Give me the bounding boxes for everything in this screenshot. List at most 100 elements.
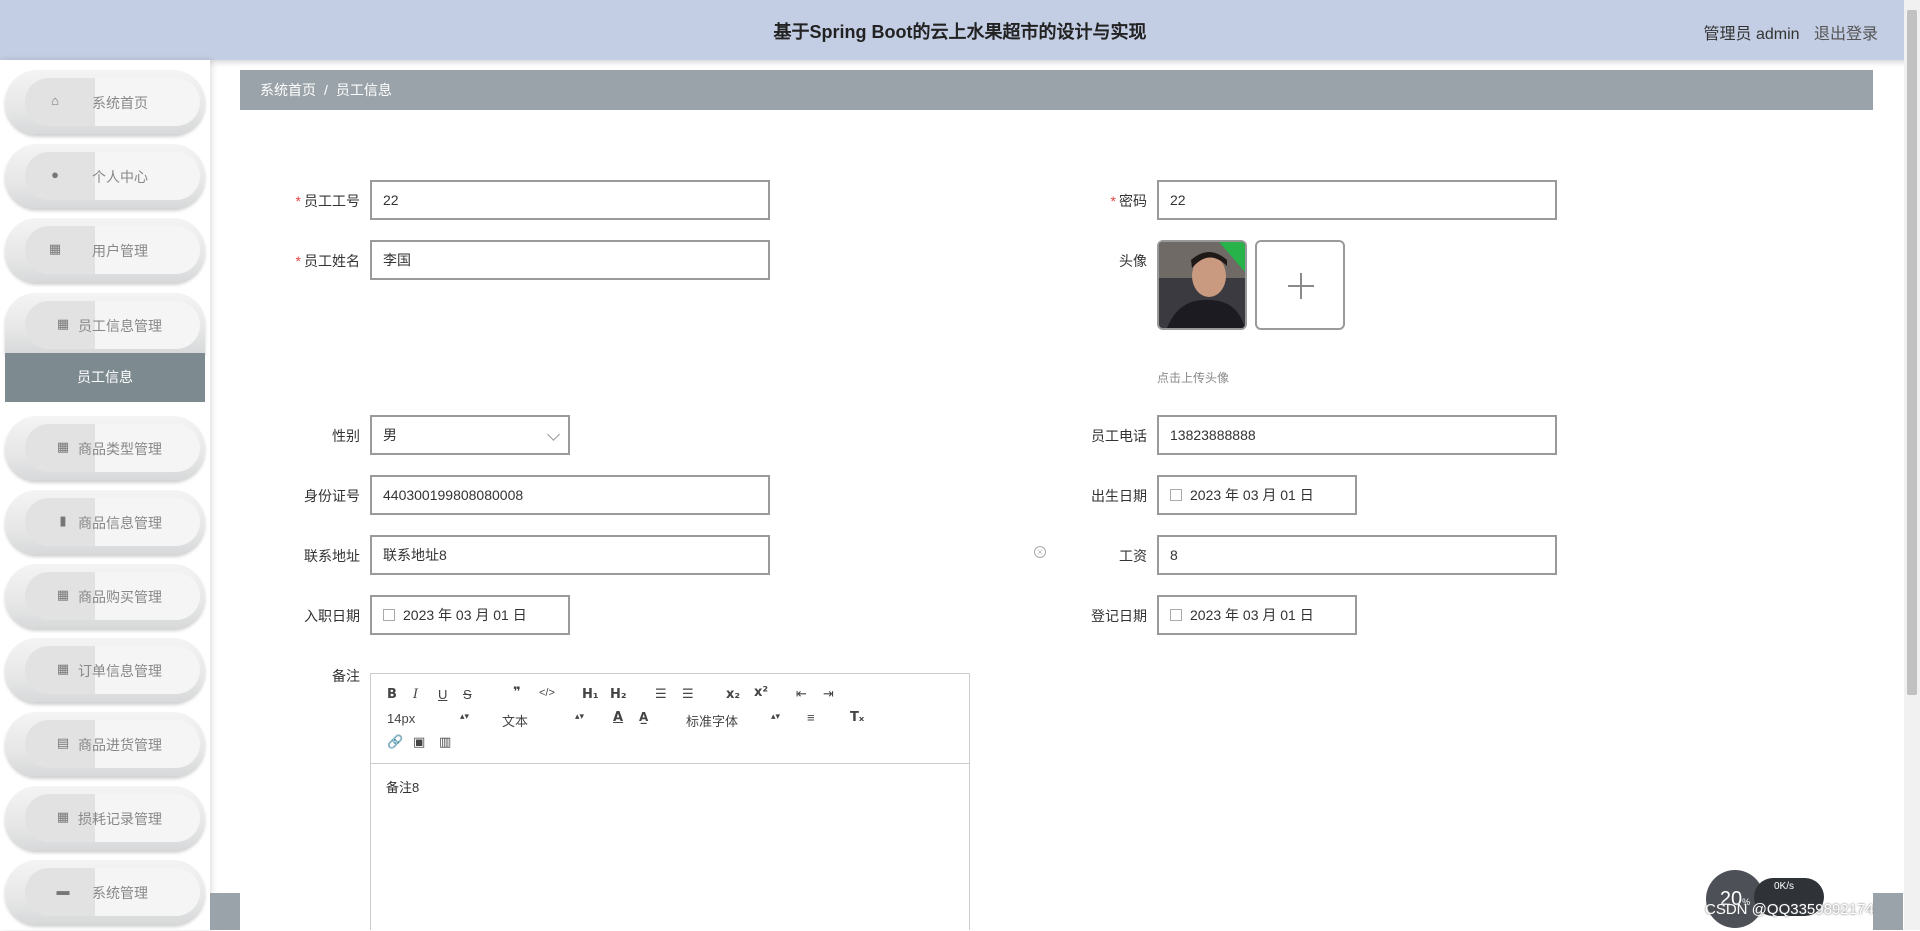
footer-strip-right [1873, 893, 1903, 930]
avatar-label: 头像 [1119, 253, 1147, 269]
underline-icon[interactable]: U [438, 687, 447, 702]
font-color-icon[interactable]: A [613, 710, 623, 725]
page-scrollbar[interactable] [1904, 0, 1920, 930]
sidebar-item-orders[interactable]: ▦ 订单信息管理 [5, 638, 205, 702]
sidebar-item-label: 系统管理 [92, 885, 148, 901]
background-color-icon[interactable]: A̲ [639, 710, 648, 724]
sidebar-item-label: 个人中心 [92, 169, 148, 185]
register-date-label: 登记日期 [1091, 608, 1147, 624]
phone-label: 员工电话 [1091, 428, 1147, 444]
employee-no-input[interactable]: 22 [370, 180, 770, 220]
font-size-select[interactable]: 14px ▴▾ [387, 711, 469, 726]
network-speed-widget: 20% 0K/s [1706, 870, 1826, 928]
gender-select[interactable]: 男 [370, 415, 570, 455]
heading1-icon[interactable]: H₁ [582, 687, 599, 702]
calendar-icon [1170, 609, 1182, 621]
text-style-select[interactable]: 文本 ▴▾ [502, 711, 584, 730]
subscript-icon[interactable]: x₂ [726, 687, 740, 702]
entry-date-picker[interactable]: 2023 年 03 月 01 日 [370, 595, 570, 635]
phone-input[interactable]: 13823888888 [1157, 415, 1557, 455]
salary-input[interactable]: 8 [1157, 535, 1557, 575]
gender-label: 性别 [332, 428, 360, 444]
bullet-list-icon[interactable]: ☰ [682, 686, 694, 702]
password-input[interactable]: 22 [1157, 180, 1557, 220]
strikethrough-icon[interactable]: S [463, 687, 472, 702]
employee-no-label: * 员工工号 [295, 193, 360, 209]
address-input[interactable]: 联系地址8 [370, 535, 770, 575]
breadcrumb-home[interactable]: 系统首页 [260, 82, 316, 98]
sidebar: ⌂ 系统首页 ● 个人中心 ▦ 用户管理 ▦ 员工信息管理 员工信息 ▦ 商品类… [0, 60, 210, 930]
calendar-icon [1170, 489, 1182, 501]
indent-icon[interactable]: ⇥ [823, 686, 834, 702]
chevron-down-icon [547, 428, 560, 441]
scrollbar-thumb[interactable] [1907, 10, 1917, 695]
breadcrumb: 系统首页 / 员工信息 [240, 70, 1873, 110]
code-icon[interactable]: </> [539, 687, 555, 699]
sidebar-item-home[interactable]: ⌂ 系统首页 [5, 70, 205, 134]
address-label: 联系地址 [304, 548, 360, 564]
sidebar-item-label: 商品进货管理 [78, 737, 162, 753]
font-family-select[interactable]: 标准字体 ▴▾ [686, 711, 780, 730]
sidebar-item-label: 员工信息管理 [78, 318, 162, 334]
employee-name-label: * 员工姓名 [295, 253, 360, 269]
upload-hint: 点击上传头像 [1157, 371, 1230, 385]
sidebar-item-label: 订单信息管理 [78, 663, 162, 679]
ordered-list-icon[interactable]: ☰ [655, 686, 667, 702]
video-icon[interactable]: ▥ [439, 734, 451, 750]
sidebar-item-employee[interactable]: ▦ 员工信息管理 [5, 293, 205, 353]
superscript-icon[interactable]: x² [754, 685, 768, 700]
sidebar-item-label: 用户管理 [92, 243, 148, 259]
entry-date-label: 入职日期 [304, 608, 360, 624]
employee-name-input[interactable]: 李国 [370, 240, 770, 280]
birth-date-value: 2023 年 03 月 01 日 [1190, 487, 1314, 503]
avatar-image[interactable] [1157, 240, 1247, 330]
user-area: 管理员 admin 退出登录 [1704, 20, 1879, 44]
sidebar-item-product-type[interactable]: ▦ 商品类型管理 [5, 416, 205, 480]
register-date-picker[interactable]: 2023 年 03 月 01 日 [1157, 595, 1357, 635]
birth-date-picker[interactable]: 2023 年 03 月 01 日 [1157, 475, 1357, 515]
heading2-icon[interactable]: H₂ [610, 687, 627, 702]
sidebar-item-profile[interactable]: ● 个人中心 [5, 144, 205, 208]
sidebar-item-purchase[interactable]: ▦ 商品购买管理 [5, 564, 205, 628]
sidebar-item-users[interactable]: ▦ 用户管理 [5, 218, 205, 282]
clear-format-icon[interactable]: Tₓ [850, 710, 864, 725]
sidebar-item-product-info[interactable]: ▮ 商品信息管理 [5, 490, 205, 554]
sidebar-item-label: 商品购买管理 [78, 589, 162, 605]
avatar-photo [1159, 242, 1245, 328]
calendar-icon [383, 609, 395, 621]
editor-toolbar: B I U S ❞ </> H₁ H₂ ☰ ☰ x₂ x² ⇤ ⇥ 14px ▴▾… [371, 674, 969, 764]
bold-icon[interactable]: B [387, 687, 397, 702]
footer-strip-left [210, 893, 240, 930]
breadcrumb-current: 员工信息 [335, 82, 392, 98]
sidebar-item-label: 系统首页 [92, 95, 148, 111]
entry-date-value: 2023 年 03 月 01 日 [403, 607, 527, 623]
sidebar-item-loss[interactable]: ▦ 损耗记录管理 [5, 786, 205, 850]
sidebar-item-system[interactable]: ▬ 系统管理 [5, 860, 205, 924]
id-card-input[interactable]: 440300199808080008 [370, 475, 770, 515]
align-icon[interactable]: ≡ [807, 710, 815, 725]
sidebar-item-label: 损耗记录管理 [78, 811, 162, 827]
editor-content[interactable]: 备注8 [386, 777, 419, 796]
user-name: 管理员 admin [1703, 26, 1800, 43]
id-card-label: 身份证号 [304, 488, 360, 504]
top-bar: 基于Spring Boot的云上水果超市的设计与实现 管理员 admin 退出登… [0, 0, 1920, 60]
submenu-item-employee-info[interactable]: 员工信息 [5, 353, 205, 402]
upload-avatar-button[interactable] [1255, 240, 1345, 330]
sidebar-item-stock-in[interactable]: ▤ 商品进货管理 [5, 712, 205, 776]
birth-date-label: 出生日期 [1091, 488, 1147, 504]
image-icon[interactable]: ▣ [413, 734, 425, 750]
logout-link[interactable]: 退出登录 [1814, 26, 1878, 43]
watermark: CSDN @QQ3359892174 [1705, 901, 1874, 918]
register-date-value: 2023 年 03 月 01 日 [1190, 607, 1314, 623]
link-icon[interactable]: 🔗 [387, 734, 403, 750]
gender-value: 男 [383, 427, 397, 443]
clear-icon[interactable]: × [1034, 546, 1046, 558]
rich-text-editor: B I U S ❞ </> H₁ H₂ ☰ ☰ x₂ x² ⇤ ⇥ 14px ▴▾… [370, 673, 970, 930]
sidebar-item-label: 商品信息管理 [78, 515, 162, 531]
italic-icon[interactable]: I [413, 687, 418, 702]
password-label: * 密码 [1110, 193, 1147, 209]
app-title: 基于Spring Boot的云上水果超市的设计与实现 [773, 22, 1147, 42]
blockquote-icon[interactable]: ❞ [513, 685, 521, 700]
remark-label: 备注 [332, 668, 360, 684]
outdent-icon[interactable]: ⇤ [796, 686, 807, 702]
